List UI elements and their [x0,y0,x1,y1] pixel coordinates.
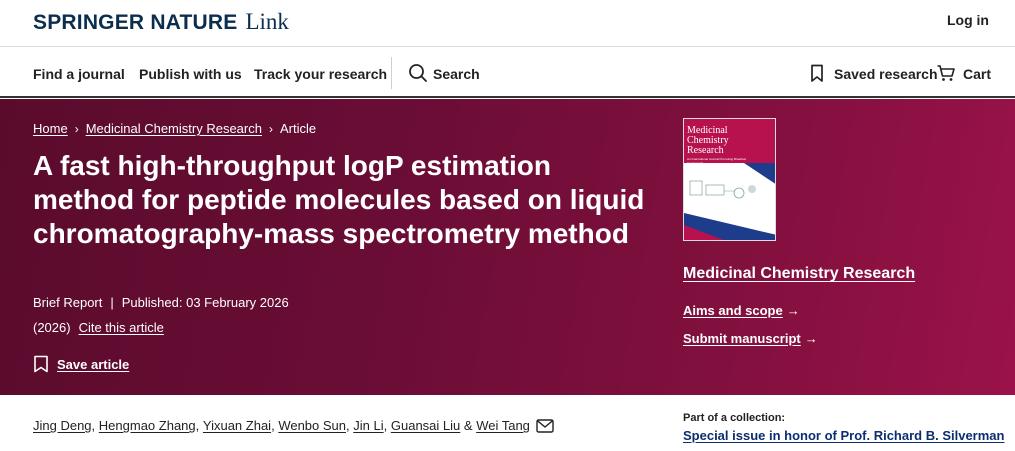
author-link[interactable]: Guansai Liu [391,418,460,433]
submit-manuscript-link[interactable]: Submit manuscript → [683,331,818,346]
journal-title-link[interactable]: Medicinal Chemistry Research [683,265,915,283]
breadcrumb: Home › Medicinal Chemistry Research › Ar… [33,121,316,136]
logo-brand-text: SPRINGER NATURE [33,11,238,34]
saved-research-link[interactable]: Saved research [834,66,938,82]
author-link[interactable]: Jin Li [353,418,383,433]
author-link[interactable]: Wei Tang [476,418,530,433]
chevron-right-icon: › [74,121,79,136]
breadcrumb-home[interactable]: Home [33,121,68,136]
arrow-right-icon: → [804,331,818,346]
article-title: A fast high-throughput logP estimation m… [33,150,645,249]
nav-publish-with-us[interactable]: Publish with us [139,66,242,82]
collection-label: Part of a collection: [683,412,786,424]
article-type: Brief Report [33,295,103,310]
main-nav: Find a journal Publish with us Track you… [0,48,1015,98]
author-list: Jing Deng, Hengmao Zhang, Yixuan Zhai, W… [33,418,554,433]
site-header: SPRINGER NATURE Link Log in [0,0,1015,47]
author-link[interactable]: Yixuan Zhai [203,418,271,433]
save-article-button[interactable]: Save article [33,355,129,373]
bookmark-icon [34,355,48,373]
author-separator: , [383,418,388,433]
nav-track-research[interactable]: Track your research [254,66,387,82]
breadcrumb-current: Article [279,121,317,136]
author-ampersand: & [463,418,473,433]
author-separator: , [346,418,350,433]
submit-manuscript-label: Submit manuscript [683,331,801,346]
cover-title: Medicinal Chemistry Research [687,125,729,156]
nav-divider [391,57,392,89]
envelope-icon[interactable] [536,418,554,433]
author-link[interactable]: Jing Deng [33,418,92,433]
chevron-right-icon: › [268,121,273,136]
search-button[interactable]: Search [433,66,480,82]
journal-cover-image[interactable]: Medicinal Chemistry Research An Internat… [683,118,776,241]
author-separator: , [271,418,275,433]
cover-artwork [684,163,775,240]
published-date: Published: 03 February 2026 [121,295,289,310]
springer-nature-link-logo[interactable]: SPRINGER NATURE Link [33,9,289,35]
author-link[interactable]: Hengmao Zhang [99,418,196,433]
aims-and-scope-label: Aims and scope [683,303,783,318]
save-article-label: Save article [57,356,130,372]
arrow-right-icon: → [786,303,800,318]
logo-link-text: Link [245,9,289,34]
cart-icon[interactable] [936,63,956,83]
aims-and-scope-link[interactable]: Aims and scope → [683,303,800,318]
cite-article-link[interactable]: Cite this article [79,320,164,335]
meta-separator: | [110,295,114,310]
login-link[interactable]: Log in [947,12,989,28]
author-link[interactable]: Wenbo Sun [278,418,346,433]
author-separator: , [195,418,200,433]
cart-link[interactable]: Cart [963,66,991,82]
nav-find-journal[interactable]: Find a journal [33,66,125,82]
article-citation-row: (2026) Cite this article [33,320,164,335]
article-meta: Brief Report | Published: 03 February 2026 [33,295,289,310]
bookmark-icon[interactable] [807,63,827,83]
search-icon[interactable] [408,63,428,83]
author-separator: , [91,418,96,433]
collection-link[interactable]: Special issue in honor of Prof. Richard … [683,428,1004,443]
article-year: (2026) [33,320,71,335]
article-hero: Home › Medicinal Chemistry Research › Ar… [0,99,1015,395]
breadcrumb-journal[interactable]: Medicinal Chemistry Research [86,121,262,136]
